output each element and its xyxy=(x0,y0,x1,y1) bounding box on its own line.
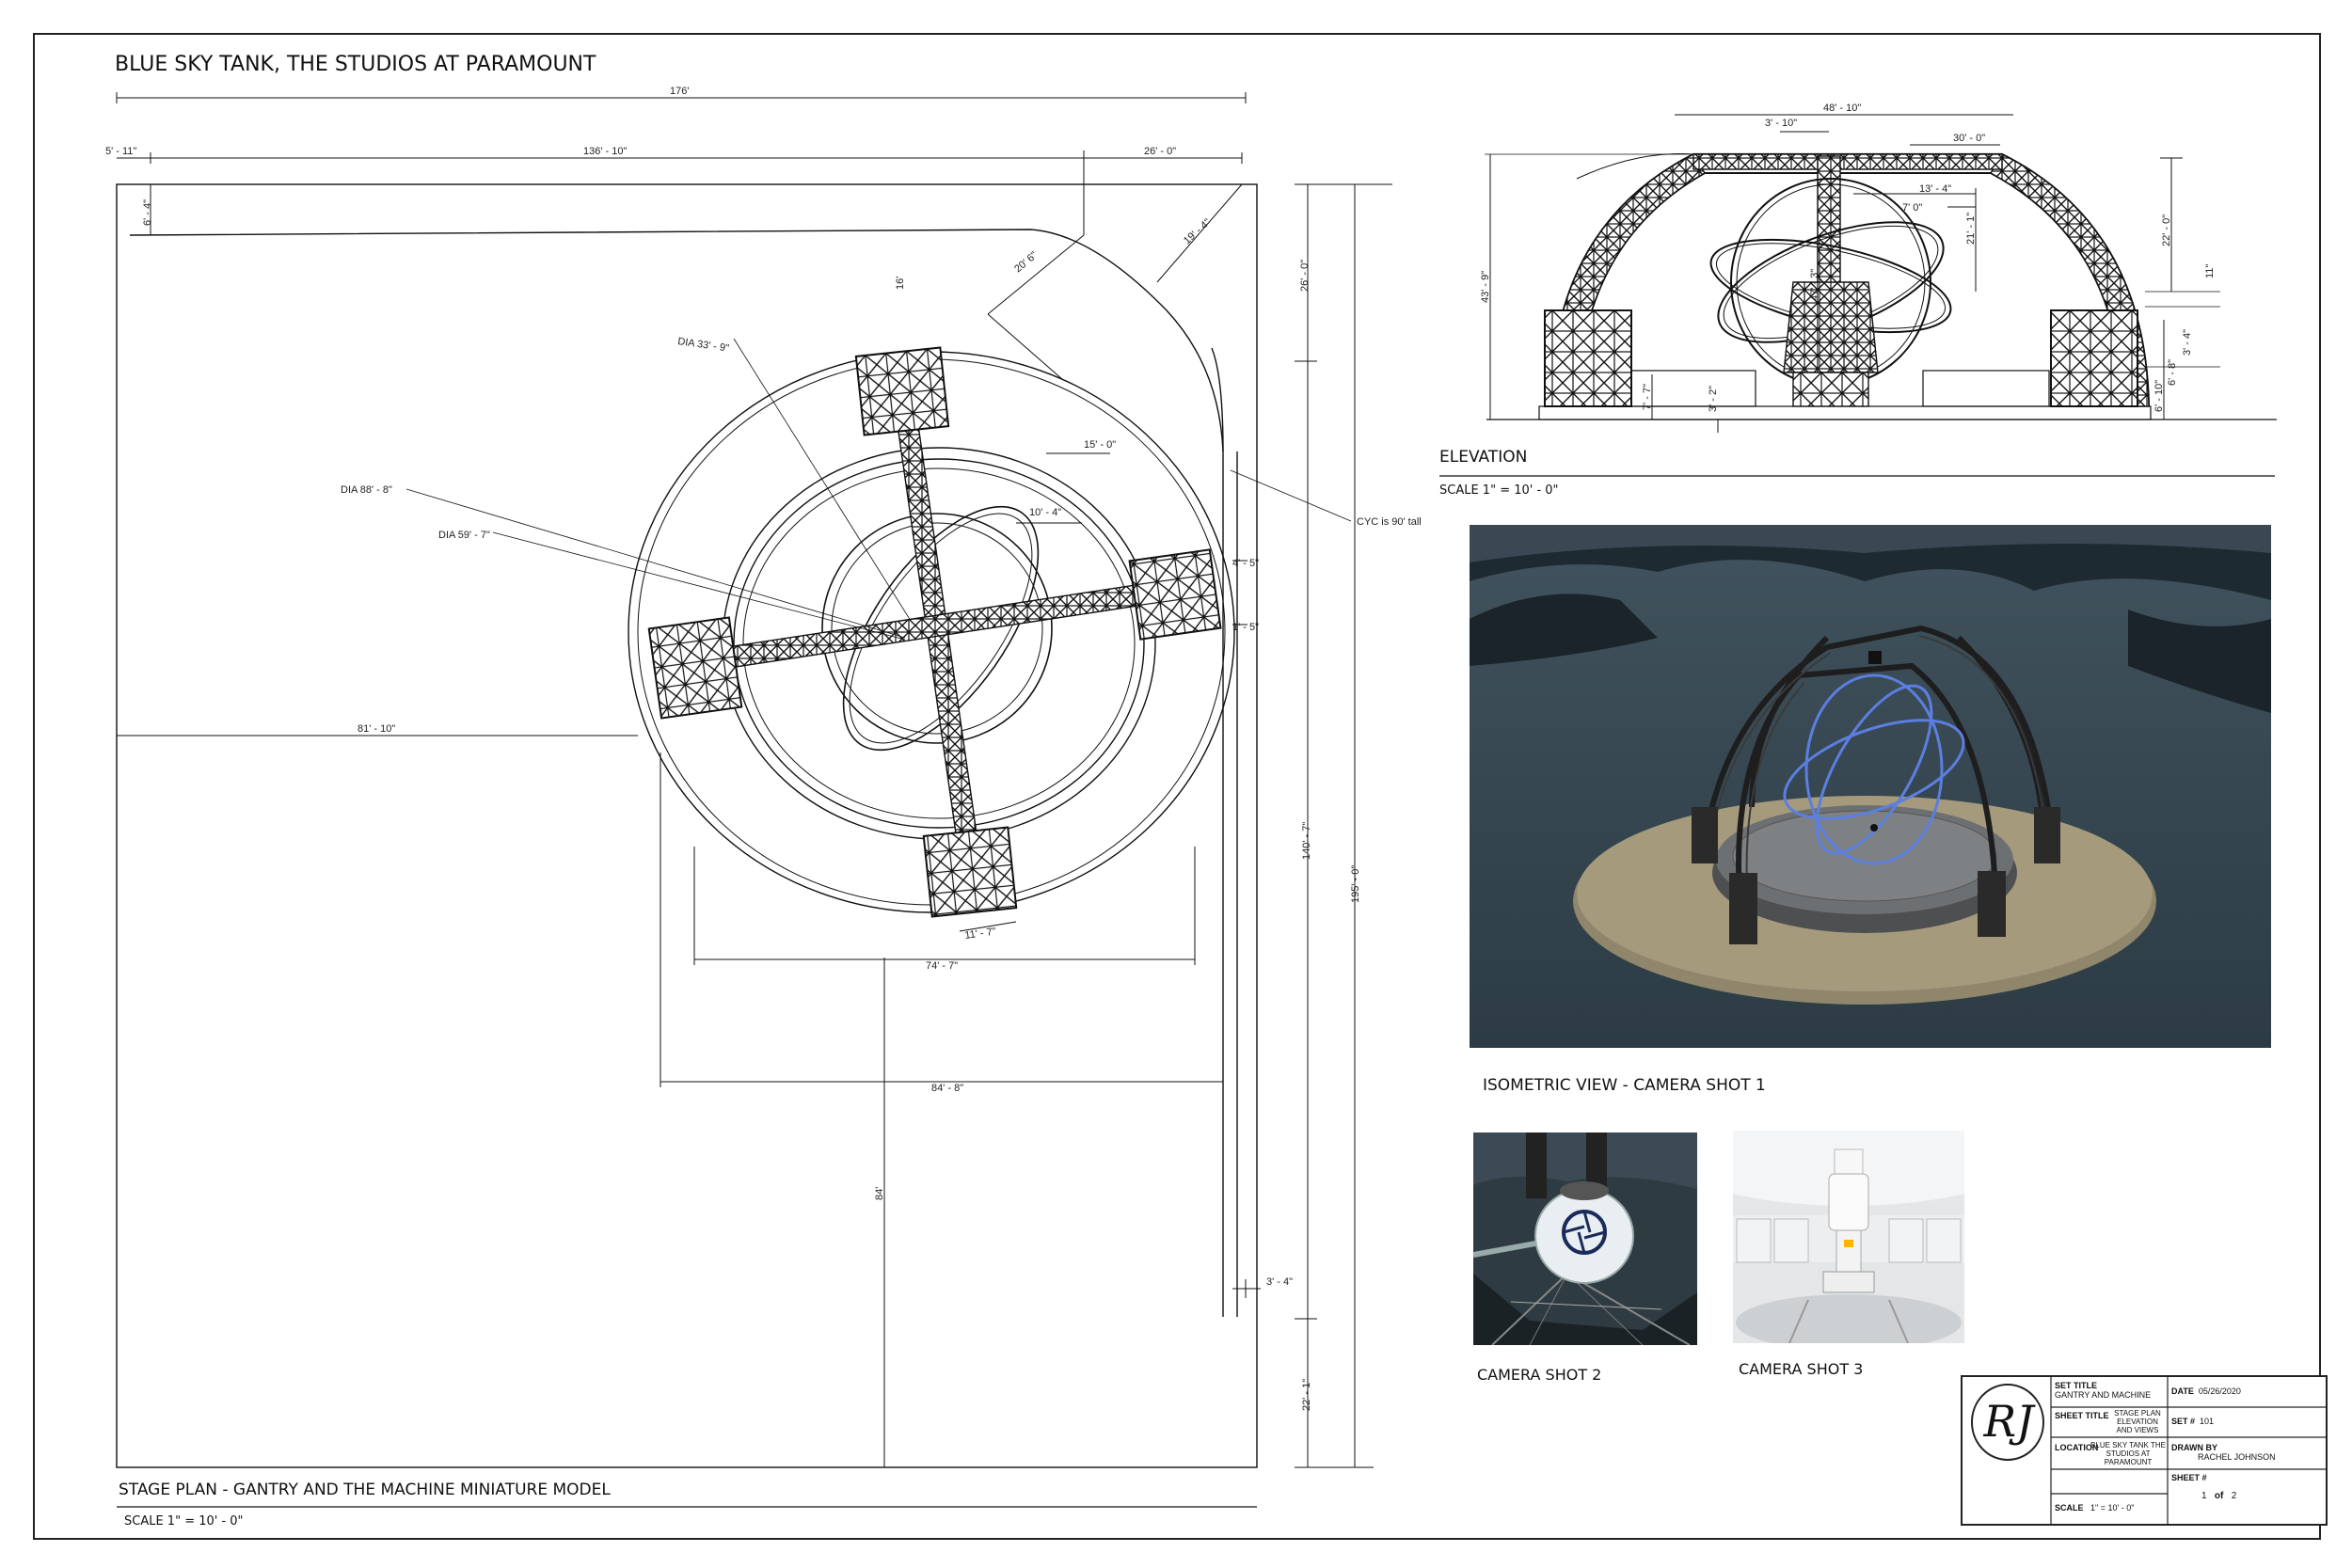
drawing-sheet: 176' 5' - 11" 136' - 10" 26' - 0" 6' - 4… xyxy=(0,0,2352,1568)
plan-title: STAGE PLAN - GANTRY AND THE MACHINE MINI… xyxy=(119,1481,611,1499)
tb-set-no: SET # 101 xyxy=(2171,1417,2215,1426)
tb-sheet-title-value: STAGE PLAN ELEVATION AND VIEWS xyxy=(2114,1409,2161,1434)
tb-sheet-no: SHEET # xyxy=(2171,1473,2207,1482)
gantry-foot-west xyxy=(647,616,743,720)
dim-84: 84' xyxy=(874,1187,885,1200)
elevation-scale: SCALE 1" = 10' - 0" xyxy=(1439,483,1559,498)
dim-diag-2: 19' - 4" xyxy=(1182,216,1213,246)
elev-dim-43: 43' - 9" xyxy=(1480,271,1491,303)
elev-dim-13-4: 13' - 4" xyxy=(1919,183,1951,195)
dim-140-7: 140' - 7" xyxy=(1301,822,1312,860)
shot2-render xyxy=(1473,1132,1697,1345)
elev-dim-6-8: 6' - 8" xyxy=(2167,359,2178,386)
dim-15: 15' - 0" xyxy=(1084,439,1116,451)
logo: RJ xyxy=(1983,1396,2034,1447)
plan-scale: SCALE 1" = 10' - 0" xyxy=(124,1514,244,1528)
dim-dia-33: DIA 33' - 9" xyxy=(677,336,730,355)
tb-sheet-count: 1 of 2 xyxy=(2201,1491,2237,1501)
dim-74-7: 74' - 7" xyxy=(926,960,958,972)
tb-location-label: LOCATION xyxy=(2055,1443,2099,1452)
gantry-foot-north xyxy=(854,346,950,436)
elev-dim-6-10: 6' - 10" xyxy=(2153,380,2165,412)
tb-set-title: SET TITLE GANTRY AND MACHINE xyxy=(2055,1381,2152,1400)
dim-overall-width: 176' xyxy=(670,86,689,97)
iso-title: ISOMETRIC VIEW - CAMERA SHOT 1 xyxy=(1483,1076,1766,1095)
dim-81-10: 81' - 10" xyxy=(358,723,395,735)
dim-84-8: 84' - 8" xyxy=(931,1083,963,1094)
elev-tower-right xyxy=(2050,309,2138,407)
dim-10-4: 10' - 4" xyxy=(1029,507,1061,518)
dim-top-strip: 6' - 4" xyxy=(142,199,153,226)
elev-dim-7-0: 7' 0" xyxy=(1902,202,1922,214)
dim-1-5: 1' - 5" xyxy=(1232,622,1259,633)
elev-dim-30: 30' - 0" xyxy=(1953,133,1985,144)
camera-shot-2 xyxy=(1473,1132,1697,1345)
shot3-render xyxy=(1733,1131,1964,1343)
elev-dim-11: 11" xyxy=(2204,264,2216,278)
cyc-note: CYC is 90' tall xyxy=(1357,516,1422,528)
sheet-title: BLUE SKY TANK, THE STUDIOS AT PARAMOUNT xyxy=(115,53,596,76)
tb-sheet-title-label: SHEET TITLE xyxy=(2055,1411,2109,1420)
isometric-view xyxy=(1470,525,2271,1048)
elev-tower-left xyxy=(1544,309,1632,407)
dim-to-pool: 16' xyxy=(895,277,906,290)
stage-plan xyxy=(116,92,1392,1508)
gantry-foot-east xyxy=(1128,548,1222,641)
title-block: RJ SET TITLE GANTRY AND MACHINE DATE 05/… xyxy=(1961,1375,2328,1526)
tb-date: DATE 05/26/2020 xyxy=(2171,1386,2241,1396)
elev-dim-3-2: 3' - 2" xyxy=(1708,386,1719,412)
gantry-foot-south xyxy=(922,826,1018,918)
elev-dim-7-7: 7' - 7" xyxy=(1642,384,1653,410)
dim-dia-59: DIA 59' - 7" xyxy=(438,530,490,541)
dim-main-width: 136' - 10" xyxy=(583,146,627,157)
shot2-title: CAMERA SHOT 2 xyxy=(1477,1366,1602,1384)
tb-scale: SCALE 1" = 10' - 0" xyxy=(2055,1503,2135,1513)
stage-outline xyxy=(116,183,1258,1468)
dim-22-1: 22' - 1" xyxy=(1301,1379,1312,1411)
dim-right-width: 26' - 0" xyxy=(1144,146,1176,157)
dim-195: 195' - 0" xyxy=(1350,865,1361,903)
dim-diag-1: 20' 6" xyxy=(1012,249,1040,275)
tb-drawn-by: DRAWN BY RACHEL JOHNSON xyxy=(2171,1443,2276,1462)
elev-dim-21: 21' - 1" xyxy=(1965,213,1977,245)
isometric-render xyxy=(1470,525,2271,1048)
dim-4-5: 4' - 5" xyxy=(1232,558,1259,569)
plan-dimensions: 176' 5' - 11" 136' - 10" 26' - 0" 6' - 4… xyxy=(105,86,1422,1411)
elevation-drawing xyxy=(1439,114,2277,477)
shot3-title: CAMERA SHOT 3 xyxy=(1739,1360,1864,1378)
tb-location-value: BLUE SKY TANK THE STUDIOS AT PARAMOUNT xyxy=(2090,1441,2166,1466)
dim-3-4: 3' - 4" xyxy=(1266,1276,1293,1288)
dim-right-top: 26' - 0" xyxy=(1299,260,1311,292)
dim-left-offset: 5' - 11" xyxy=(105,146,136,157)
elev-dim-47: 47' - 3" xyxy=(1809,269,1820,301)
elev-dim-22-0: 22' - 0" xyxy=(2161,214,2172,246)
elevation-title: ELEVATION xyxy=(1439,448,1528,467)
elev-dim-top: 48' - 10" xyxy=(1823,103,1861,114)
elev-dim-3-4: 3' - 4" xyxy=(2182,329,2193,356)
dim-dia-88: DIA 88' - 8" xyxy=(341,484,392,496)
dim-11-7: 11' - 7" xyxy=(964,926,997,942)
elev-dim-3-10: 3' - 10" xyxy=(1765,118,1797,129)
camera-shot-3 xyxy=(1733,1131,1964,1343)
